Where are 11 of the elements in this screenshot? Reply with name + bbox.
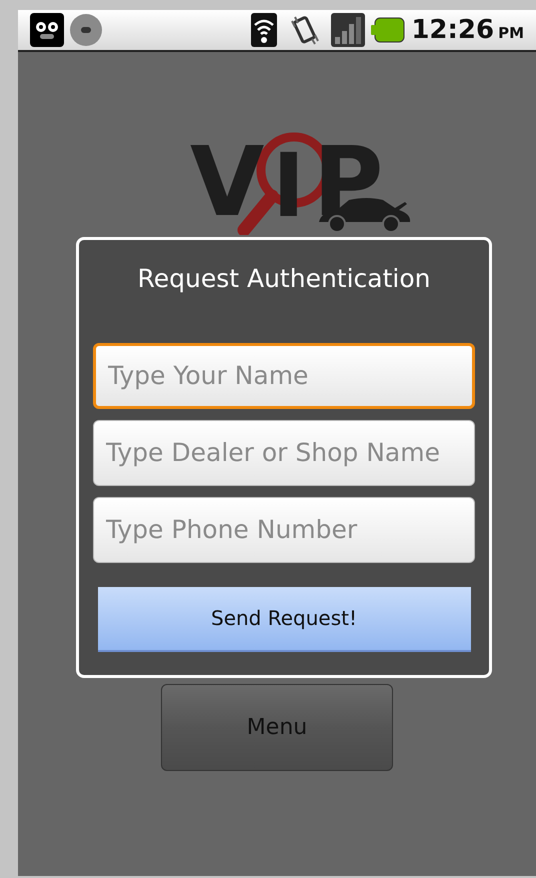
input-field[interactable]: Type Dealer or Shop Name	[93, 420, 475, 486]
input-field[interactable]: Type Phone Number	[93, 496, 475, 562]
input-field[interactable]: Type Your Name	[93, 342, 475, 408]
battery-icon	[371, 17, 406, 43]
clock: 12:26 PM	[411, 14, 524, 46]
vibrate-icon	[289, 13, 322, 47]
voicemail-icon	[30, 13, 64, 47]
dialog-title: Request Authentication	[137, 263, 431, 295]
wifi-icon	[251, 13, 278, 47]
signal-icon	[331, 13, 366, 47]
send-request-button[interactable]: Send Request!	[98, 586, 470, 652]
